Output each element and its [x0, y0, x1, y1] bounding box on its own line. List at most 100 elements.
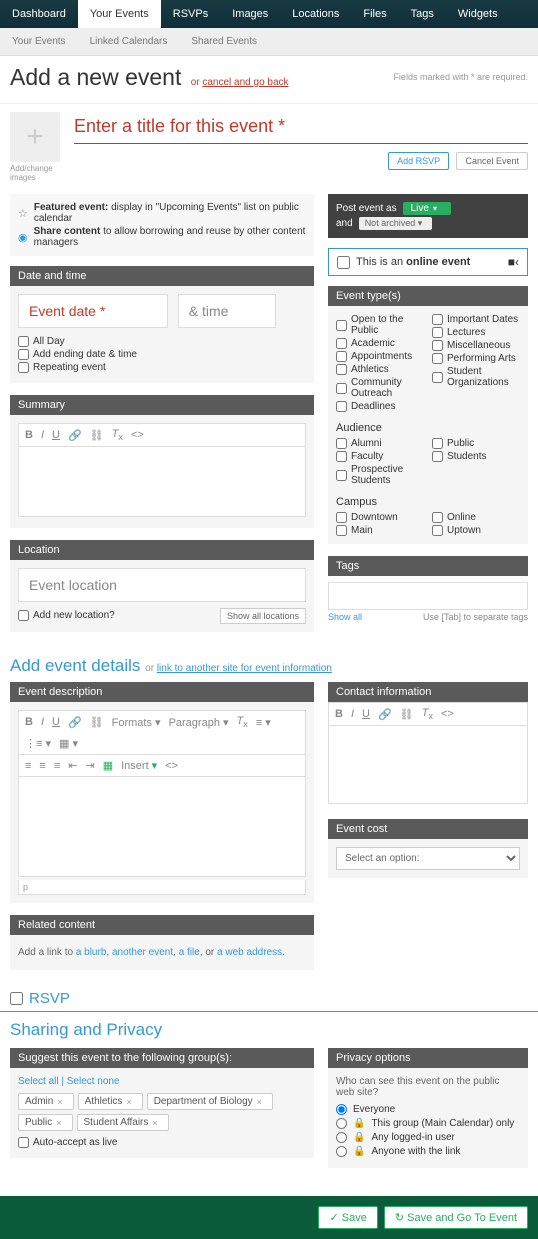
- type-important[interactable]: [432, 314, 443, 325]
- type-performing[interactable]: [432, 353, 443, 364]
- type-academic[interactable]: [336, 338, 347, 349]
- unlink-icon[interactable]: ⛓: [90, 429, 104, 442]
- pill-athletics[interactable]: Athletics×: [78, 1093, 143, 1110]
- nav-tags[interactable]: Tags: [399, 0, 446, 28]
- code-icon[interactable]: <>: [441, 708, 454, 720]
- live-dropdown[interactable]: Live: [403, 202, 451, 215]
- close-icon[interactable]: ×: [126, 1097, 131, 1107]
- show-all-tags-link[interactable]: Show all: [328, 612, 362, 622]
- align-left-icon[interactable]: ≡: [25, 760, 31, 772]
- add-rsvp-button[interactable]: Add RSVP: [388, 152, 449, 170]
- cancel-event-button[interactable]: Cancel Event: [456, 152, 528, 170]
- type-community[interactable]: [336, 383, 347, 394]
- underline-icon[interactable]: U: [362, 708, 370, 720]
- aud-faculty[interactable]: [336, 451, 347, 462]
- type-misc[interactable]: [432, 340, 443, 351]
- tags-input[interactable]: [328, 582, 528, 610]
- code-icon[interactable]: <>: [165, 760, 178, 772]
- pill-biology[interactable]: Department of Biology×: [147, 1093, 273, 1110]
- link-another-site[interactable]: link to another site for event informati…: [157, 663, 332, 674]
- aud-public[interactable]: [432, 438, 443, 449]
- link-icon[interactable]: 🔗: [378, 708, 392, 721]
- insert-dropdown[interactable]: Insert ▾: [121, 759, 157, 772]
- aud-students[interactable]: [432, 451, 443, 462]
- bold-icon[interactable]: B: [25, 716, 33, 728]
- campus-main[interactable]: [336, 525, 347, 536]
- link-icon[interactable]: 🔗: [68, 429, 82, 442]
- nav-rsvps[interactable]: RSVPs: [161, 0, 220, 28]
- type-student-org[interactable]: [432, 372, 443, 383]
- pill-public[interactable]: Public×: [18, 1114, 73, 1131]
- clear-icon[interactable]: Tx: [422, 707, 433, 721]
- align-right-icon[interactable]: ≡: [54, 760, 60, 772]
- subnav-shared[interactable]: Shared Events: [179, 32, 269, 51]
- close-icon[interactable]: ×: [152, 1118, 157, 1128]
- number-list-icon[interactable]: ⋮≡ ▾: [25, 737, 51, 750]
- close-icon[interactable]: ×: [257, 1097, 262, 1107]
- unlink-icon[interactable]: ⛓: [400, 708, 414, 721]
- align-center-icon[interactable]: ≡: [39, 760, 45, 772]
- code-icon[interactable]: <>: [131, 429, 144, 441]
- location-input[interactable]: [18, 568, 306, 602]
- subnav-linked[interactable]: Linked Calendars: [78, 32, 180, 51]
- campus-uptown[interactable]: [432, 525, 443, 536]
- bold-icon[interactable]: B: [335, 708, 343, 720]
- campus-downtown[interactable]: [336, 512, 347, 523]
- description-textarea[interactable]: [18, 777, 306, 877]
- select-none-link[interactable]: Select none: [67, 1076, 120, 1087]
- nav-images[interactable]: Images: [220, 0, 280, 28]
- blurb-link[interactable]: a blurb: [76, 947, 107, 958]
- indent-icon[interactable]: ⇥: [85, 759, 94, 772]
- online-event-checkbox[interactable]: [337, 256, 350, 269]
- privacy-group-radio[interactable]: [336, 1118, 347, 1129]
- pill-student-affairs[interactable]: Student Affairs×: [77, 1114, 169, 1131]
- campus-online[interactable]: [432, 512, 443, 523]
- table-icon[interactable]: ▦ ▾: [59, 737, 78, 750]
- outdent-icon[interactable]: ⇤: [68, 759, 77, 772]
- nav-files[interactable]: Files: [351, 0, 398, 28]
- formats-dropdown[interactable]: Formats ▾: [112, 716, 161, 729]
- type-deadlines[interactable]: [336, 401, 347, 412]
- clear-icon[interactable]: Tx: [237, 715, 248, 729]
- clear-icon[interactable]: Tx: [112, 428, 123, 442]
- nav-locations[interactable]: Locations: [280, 0, 351, 28]
- save-and-go-button[interactable]: ↻ Save and Go To Event: [384, 1206, 528, 1229]
- privacy-everyone-radio[interactable]: [336, 1104, 347, 1115]
- italic-icon[interactable]: I: [41, 716, 44, 728]
- event-title-input[interactable]: [74, 112, 528, 144]
- event-cost-select[interactable]: Select an option:: [336, 847, 520, 870]
- summary-textarea[interactable]: [18, 447, 306, 517]
- event-time-input[interactable]: [178, 294, 276, 328]
- nav-dashboard[interactable]: Dashboard: [0, 0, 78, 28]
- aud-alumni[interactable]: [336, 438, 347, 449]
- privacy-link-radio[interactable]: [336, 1146, 347, 1157]
- add-image-placeholder[interactable]: +: [10, 112, 60, 162]
- underline-icon[interactable]: U: [52, 716, 60, 728]
- bullet-list-icon[interactable]: ≡ ▾: [256, 716, 271, 729]
- nav-your-events[interactable]: Your Events: [78, 0, 161, 28]
- repeating-checkbox[interactable]: [18, 362, 29, 373]
- insert-table-icon[interactable]: ▦: [103, 759, 113, 772]
- add-ending-checkbox[interactable]: [18, 349, 29, 360]
- image-caption[interactable]: Add/change images: [10, 164, 60, 182]
- contact-textarea[interactable]: [328, 726, 528, 804]
- italic-icon[interactable]: I: [351, 708, 354, 720]
- italic-icon[interactable]: I: [41, 429, 44, 441]
- bold-icon[interactable]: B: [25, 429, 33, 441]
- underline-icon[interactable]: U: [52, 429, 60, 441]
- link-icon[interactable]: 🔗: [68, 716, 82, 729]
- privacy-loggedin-radio[interactable]: [336, 1132, 347, 1143]
- archived-dropdown[interactable]: Not archived ▾: [359, 217, 433, 230]
- nav-widgets[interactable]: Widgets: [446, 0, 510, 28]
- aud-prospective[interactable]: [336, 470, 347, 481]
- type-athletics[interactable]: [336, 364, 347, 375]
- type-lectures[interactable]: [432, 327, 443, 338]
- select-all-link[interactable]: Select all: [18, 1076, 59, 1087]
- pill-admin[interactable]: Admin×: [18, 1093, 74, 1110]
- close-icon[interactable]: ×: [56, 1118, 61, 1128]
- auto-accept-checkbox[interactable]: [18, 1137, 29, 1148]
- unlink-icon[interactable]: ⛓: [90, 716, 104, 729]
- close-icon[interactable]: ×: [57, 1097, 62, 1107]
- type-open-public[interactable]: [336, 320, 347, 331]
- paragraph-dropdown[interactable]: Paragraph ▾: [169, 716, 229, 729]
